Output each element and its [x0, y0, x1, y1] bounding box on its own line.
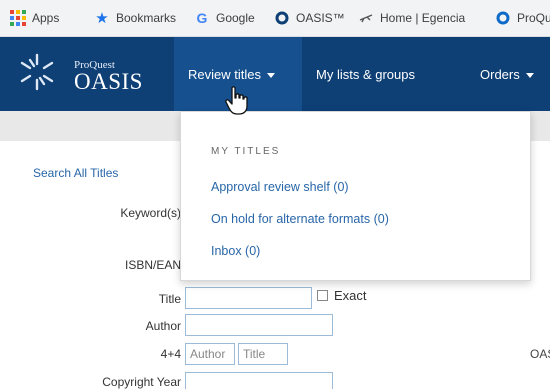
nav-review-titles[interactable]: Review titles [188, 67, 275, 82]
menu-item-approval-review-shelf[interactable]: Approval review shelf (0) [211, 180, 349, 194]
menu-item-inbox[interactable]: Inbox (0) [211, 244, 260, 258]
four-four-label: 4+4 [160, 347, 181, 361]
proquest-logo-icon [20, 53, 54, 91]
plane-icon [358, 10, 374, 26]
isbn-label: ISBN/EAN [124, 258, 181, 272]
four-four-title-input[interactable] [238, 343, 288, 365]
top-navigation: ProQuest OASIS Review titles My lists & … [0, 37, 550, 111]
google-g-icon: G [196, 10, 208, 26]
star-icon: ★ [95, 10, 109, 27]
author-label: Author [145, 319, 181, 333]
chevron-down-icon [266, 73, 275, 79]
bookmark-bookmarks[interactable]: ★ Bookmarks [94, 10, 177, 27]
bookmark-egencia[interactable]: Home | Egencia [358, 10, 465, 26]
search-all-titles-link[interactable]: Search All Titles [33, 166, 118, 180]
copyright-year-label: Copyright Year [102, 375, 181, 389]
nav-orders[interactable]: Orders [480, 67, 534, 82]
nav-my-lists-label: My lists & groups [316, 67, 415, 82]
bookmark-label: Bookmarks [116, 11, 177, 25]
dropdown-heading: MY TITLES [211, 146, 281, 157]
nav-my-lists-groups[interactable]: My lists & groups [316, 67, 415, 82]
author-input[interactable] [185, 314, 333, 336]
bookmark-label: OASIS™ [296, 11, 345, 25]
chevron-down-icon [525, 73, 534, 79]
side-panel-text: OAS [530, 347, 550, 361]
bookmark-proquest[interactable]: ProQu [495, 10, 550, 26]
bookmark-label: Home | Egencia [380, 11, 466, 25]
bookmark-label: Google [216, 11, 255, 25]
keyword-label: Keyword(s) [120, 206, 181, 220]
bookmarks-bar: Apps ★ Bookmarks G Google OASIS™ Home | … [0, 0, 550, 37]
bookmark-label: Apps [32, 11, 60, 25]
nav-orders-label: Orders [480, 67, 520, 82]
menu-item-on-hold-alternate-formats[interactable]: On hold for alternate formats (0) [211, 212, 389, 226]
exact-checkbox[interactable] [317, 290, 328, 301]
title-input[interactable] [185, 287, 312, 309]
logo-product-text[interactable]: OASIS [74, 69, 143, 95]
oasis-circle-icon [274, 10, 290, 26]
apps-grid-icon [10, 10, 26, 26]
bookmark-label: ProQu [517, 11, 550, 25]
review-titles-dropdown: MY TITLES Approval review shelf (0) On h… [180, 111, 531, 281]
exact-label: Exact [334, 288, 367, 303]
title-label: Title [158, 292, 181, 306]
bookmark-apps[interactable]: Apps [10, 10, 59, 26]
bookmark-oasis[interactable]: OASIS™ [274, 10, 345, 26]
bookmark-google[interactable]: G Google [194, 10, 255, 26]
hand-pointer-icon [225, 86, 248, 115]
four-four-author-input[interactable] [185, 343, 235, 365]
nav-review-titles-label: Review titles [188, 67, 261, 82]
oasis-circle-icon [495, 10, 511, 26]
copyright-year-input[interactable] [185, 372, 333, 389]
